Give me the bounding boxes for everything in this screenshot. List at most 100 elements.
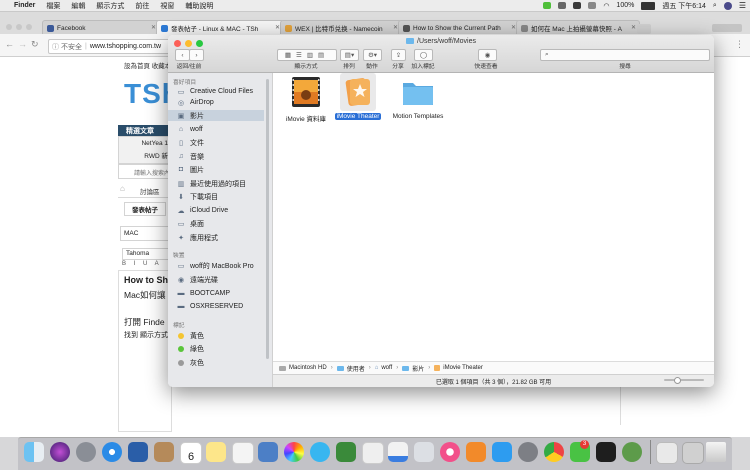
quicklook-button[interactable]: ◉ xyxy=(478,49,497,61)
sidebar-item-desktop[interactable]: ▭ 桌面 xyxy=(168,218,264,229)
sidebar-item-movies[interactable]: ▣ 影片 xyxy=(168,110,264,121)
sidebar-item-applications[interactable]: ✦ 應用程式 xyxy=(168,232,264,243)
itunes-icon[interactable] xyxy=(440,442,460,462)
tab-facebook[interactable]: Facebook ✕ xyxy=(42,20,160,35)
font-select[interactable]: Tahoma xyxy=(122,248,173,260)
tab-post[interactable]: 發表帖子 - Linux & MAC - TSh ✕ xyxy=(156,20,284,35)
menu-go[interactable]: 前往 xyxy=(135,1,149,11)
sidebar-item-recents[interactable]: ▥ 最近使用過的項目 xyxy=(168,178,264,189)
share-button[interactable]: ⇪ xyxy=(391,49,406,61)
terminal-icon[interactable] xyxy=(596,442,616,462)
contacts-icon[interactable] xyxy=(154,442,174,462)
mail-icon[interactable] xyxy=(128,442,148,462)
icon-size-slider[interactable] xyxy=(664,377,704,384)
search-field[interactable]: ⌕ xyxy=(540,49,710,61)
menu-window[interactable]: 視窗 xyxy=(160,1,174,11)
trash-icon[interactable] xyxy=(706,442,726,462)
format-toolbar[interactable]: B I U A xyxy=(122,261,162,267)
view-mode-segmented[interactable]: ▦☰▥▤ xyxy=(277,49,337,61)
numbers-icon[interactable] xyxy=(388,442,408,462)
sidebar-item-macbook[interactable]: ▭ woff的 MacBook Pro xyxy=(168,260,264,271)
new-tab-button[interactable] xyxy=(637,24,651,34)
menu-extra-icon[interactable] xyxy=(573,2,582,9)
back-icon[interactable]: ← xyxy=(5,39,14,49)
forward-icon[interactable]: → xyxy=(18,39,27,49)
launchpad-icon[interactable] xyxy=(76,442,96,462)
post-tab[interactable]: 發表帖子 xyxy=(124,202,166,216)
menu-edit[interactable]: 編輯 xyxy=(71,1,85,11)
path-item[interactable]: 使用者 xyxy=(347,364,365,373)
sidebar-item-downloads[interactable]: ⬇ 下載項目 xyxy=(168,191,264,202)
maps-icon[interactable] xyxy=(258,442,278,462)
tab-screenshot[interactable]: 如何在 Mac 上拍攝螢幕快照 - A ✕ xyxy=(516,20,640,35)
messages-icon[interactable] xyxy=(310,442,330,462)
reload-icon[interactable]: ↻ xyxy=(31,39,39,50)
view-icons-icon[interactable]: ▦☰▥▤ xyxy=(285,51,329,59)
document-icon[interactable] xyxy=(656,442,678,464)
window-control[interactable] xyxy=(6,24,12,30)
featured-item[interactable]: RWD 新 xyxy=(144,150,168,160)
sidebar-item-documents[interactable]: ▯ 文件 xyxy=(168,137,264,148)
chrome-icon[interactable] xyxy=(544,442,564,462)
path-item[interactable]: woff xyxy=(381,365,392,371)
sidebar-tag-yellow[interactable]: 黃色 xyxy=(168,330,264,341)
sidebar-tag-gray[interactable]: 灰色 xyxy=(168,357,264,368)
system-preferences-icon[interactable] xyxy=(518,442,538,462)
back-button[interactable]: ‹ xyxy=(175,49,190,61)
tags-button[interactable]: ◯ xyxy=(414,49,433,61)
window-control[interactable] xyxy=(26,24,32,30)
profile-button[interactable] xyxy=(712,24,742,32)
android-studio-icon[interactable] xyxy=(622,442,642,462)
address-bar[interactable]: ⓘ 不安全 | www.tshopping.com.tw xyxy=(48,39,172,54)
sidebar-item-icloud[interactable]: ☁ iCloud Drive xyxy=(168,205,264,216)
menu-help[interactable]: 輔助說明 xyxy=(185,1,213,11)
path-item[interactable]: Macintosh HD xyxy=(289,365,327,371)
sidebar-item-osxreserved[interactable]: ▬ OSXRESERVED xyxy=(168,301,264,312)
sidebar-item-music[interactable]: ♫ 音樂 xyxy=(168,151,264,162)
window-control[interactable] xyxy=(16,24,22,30)
path-item[interactable]: iMovie Theater xyxy=(443,365,483,371)
menu-extra-icon[interactable] xyxy=(558,2,567,9)
downloads-stack-icon[interactable] xyxy=(682,442,704,464)
arrange-button[interactable]: ▤▾ xyxy=(340,49,359,61)
photos-icon[interactable] xyxy=(284,442,304,462)
notification-center-icon[interactable]: ☰ xyxy=(739,1,746,10)
forward-button[interactable]: › xyxy=(189,49,204,61)
preview-icon[interactable] xyxy=(362,442,384,464)
file-imovie-theater[interactable]: iMovie Theater xyxy=(328,73,388,120)
menu-view[interactable]: 顯示方式 xyxy=(96,1,124,11)
file-motion-templates[interactable]: Motion Templates xyxy=(388,75,448,120)
close-tab-icon[interactable]: ✕ xyxy=(631,24,636,31)
slider-knob[interactable] xyxy=(674,377,681,384)
ibooks-icon[interactable] xyxy=(466,442,486,462)
featured-item[interactable]: NetYea 1 xyxy=(141,140,168,147)
sidebar-item-pictures[interactable]: ◘ 圖片 xyxy=(168,164,264,175)
battery-percent[interactable]: 100% xyxy=(616,2,634,9)
tab-show-path[interactable]: How to Show the Current Path ✕ xyxy=(398,20,520,35)
finder-icon[interactable] xyxy=(24,442,44,462)
sidebar-item-bootcamp[interactable]: ▬ BOOTCAMP xyxy=(168,288,264,299)
home-icon[interactable]: ⌂ xyxy=(120,184,125,193)
subject-input[interactable]: MAC xyxy=(120,226,173,241)
sidebar-item-remote-disc[interactable]: ◉ 遠端光碟 xyxy=(168,274,264,285)
forum-search-input[interactable]: 請輸入搜索內 xyxy=(118,164,172,179)
info-icon[interactable]: ⓘ xyxy=(52,42,59,52)
tab-wex[interactable]: WEX | 比特币兑换 - Namecoin ✕ xyxy=(280,20,402,35)
reminders-icon[interactable] xyxy=(232,442,254,464)
sidebar-item-creative-cloud[interactable]: ▭ Creative Cloud Files xyxy=(168,86,264,97)
keynote-icon[interactable] xyxy=(414,442,434,462)
wifi-icon[interactable]: ◠ xyxy=(603,2,609,10)
spotlight-icon[interactable]: ⌕ xyxy=(713,2,717,10)
siri-icon[interactable] xyxy=(50,442,70,462)
menu-file[interactable]: 檔案 xyxy=(46,1,60,11)
calendar-icon[interactable]: 6 xyxy=(180,442,202,464)
user-avatar-icon[interactable] xyxy=(723,1,732,10)
sidebar-scrollbar[interactable] xyxy=(266,79,269,359)
app-store-icon[interactable] xyxy=(492,442,512,462)
line-status-icon[interactable] xyxy=(543,2,552,9)
sidebar-item-airdrop[interactable]: ◎ AirDrop xyxy=(168,97,264,108)
menu-extra-icon[interactable] xyxy=(588,2,597,9)
sidebar-item-home[interactable]: ⌂ woff xyxy=(168,124,264,135)
clock[interactable]: 週五 下午6:14 xyxy=(662,1,706,11)
breadcrumb[interactable]: 討論區 xyxy=(140,186,160,196)
